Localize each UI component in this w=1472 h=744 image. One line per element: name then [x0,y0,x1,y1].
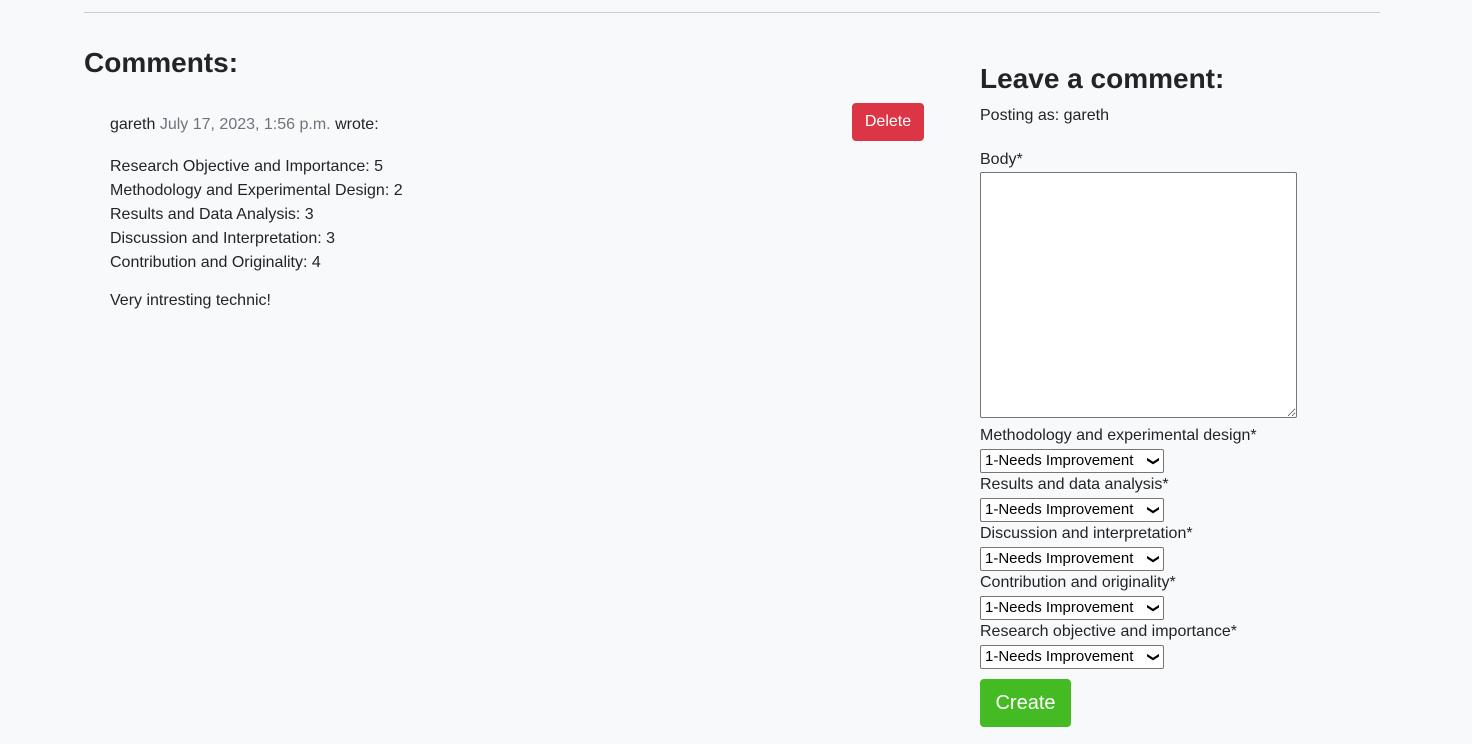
posting-as-label: Posting as: gareth [980,107,1109,124]
top-divider [84,12,1380,13]
research-objective-select[interactable]: 1-Needs Improvement ❯ [980,645,1164,669]
contribution-select-value: 1-Needs Improvement [985,599,1134,616]
chevron-down-icon: ❯ [1146,504,1161,516]
contribution-select[interactable]: 1-Needs Improvement ❯ [980,596,1164,620]
results-label: Results and data analysis* [980,476,1169,493]
methodology-select[interactable]: 1-Needs Improvement ❯ [980,449,1164,473]
methodology-label: Methodology and experimental design* [980,427,1257,444]
research-objective-select-value: 1-Needs Improvement [985,648,1134,665]
score-results: Results and Data Analysis: 3 [110,206,314,223]
contribution-label: Contribution and originality* [980,574,1176,591]
chevron-down-icon: ❯ [1146,651,1161,663]
results-select-value: 1-Needs Improvement [985,501,1134,518]
discussion-label: Discussion and interpretation* [980,525,1193,542]
comment-wrote: wrote: [335,116,379,133]
create-button[interactable]: Create [980,679,1071,727]
body-textarea[interactable] [980,172,1297,418]
discussion-select-value: 1-Needs Improvement [985,550,1134,567]
body-label: Body* [980,151,1023,168]
research-objective-label: Research objective and importance* [980,623,1238,640]
comments-title: Comments: [84,47,239,78]
comment-author: gareth [110,116,156,133]
chevron-down-icon: ❯ [1146,602,1161,614]
form-title: Leave a comment: [980,63,1225,94]
chevron-down-icon: ❯ [1146,455,1161,467]
methodology-select-value: 1-Needs Improvement [985,452,1134,469]
score-contribution: Contribution and Originality: 4 [110,254,321,271]
score-methodology: Methodology and Experimental Design: 2 [110,182,403,199]
comment-body: Very intresting technic! [110,292,271,309]
delete-button[interactable]: Delete [852,103,924,141]
comment-date: July 17, 2023, 1:56 p.m. [159,116,331,133]
results-select[interactable]: 1-Needs Improvement ❯ [980,498,1164,522]
comment-meta: gareth July 17, 2023, 1:56 p.m. wrote: [110,115,379,135]
score-discussion: Discussion and Interpretation: 3 [110,230,336,247]
chevron-down-icon: ❯ [1146,553,1161,565]
comment-scores: Research Objective and Importance: 5 Met… [110,155,403,275]
discussion-select[interactable]: 1-Needs Improvement ❯ [980,547,1164,571]
score-research-objective: Research Objective and Importance: 5 [110,158,384,175]
